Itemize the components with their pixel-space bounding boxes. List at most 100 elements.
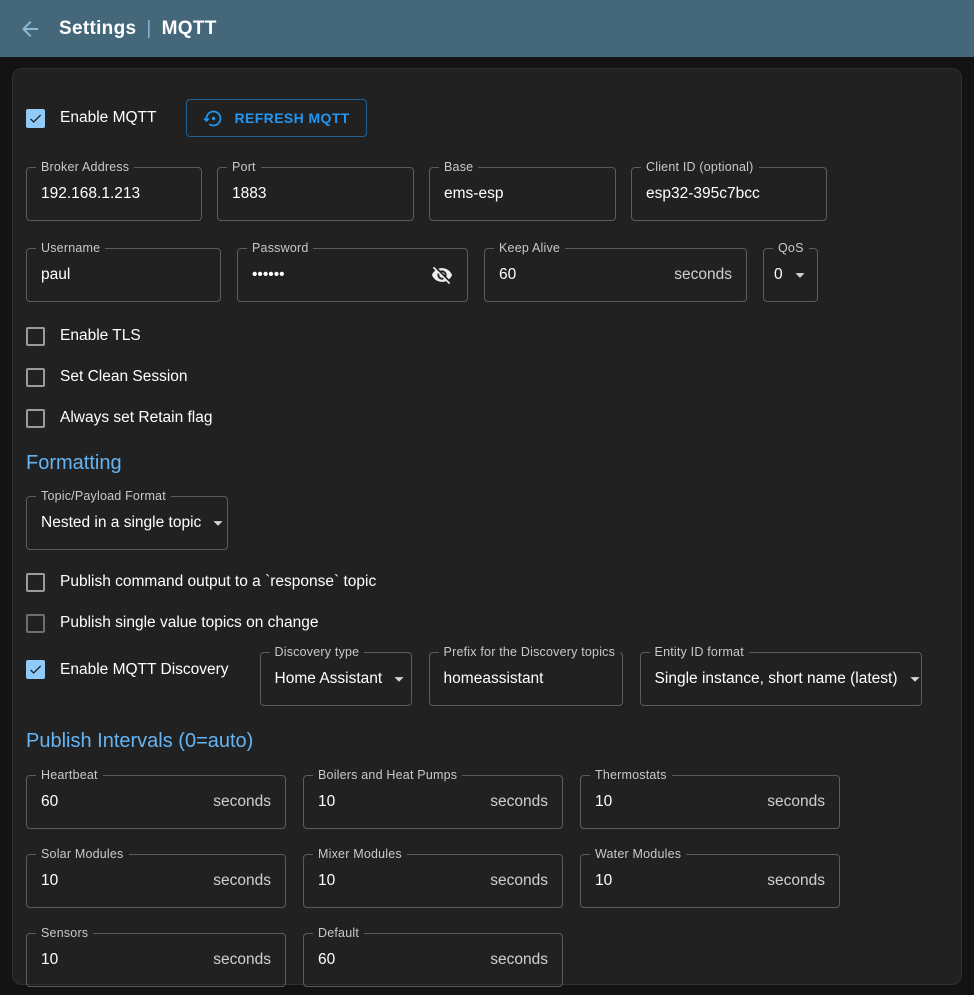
retain-flag-checkbox[interactable] — [26, 409, 45, 428]
qos-label: QoS — [773, 241, 809, 255]
heartbeat-input[interactable] — [41, 793, 205, 811]
chevron-down-icon — [789, 264, 811, 286]
solar-unit: seconds — [213, 872, 271, 890]
default-input[interactable] — [318, 951, 482, 969]
broker-address-field: Broker Address — [26, 167, 202, 221]
port-label: Port — [227, 160, 261, 174]
keep-alive-input[interactable] — [499, 266, 666, 284]
solar-input[interactable] — [41, 872, 205, 890]
qos-select[interactable]: QoS 0 — [763, 248, 818, 302]
arrow-back-icon — [18, 17, 42, 41]
entity-format-value: Single instance, short name (latest) — [655, 670, 898, 688]
discovery-type-value: Home Assistant — [275, 670, 383, 688]
back-button[interactable] — [17, 16, 43, 42]
enable-tls-checkbox[interactable] — [26, 327, 45, 346]
boilers-interval-field: Boilers and Heat Pumps seconds — [303, 775, 563, 829]
port-input[interactable] — [232, 185, 399, 203]
refresh-restore-icon — [203, 108, 224, 129]
enable-mqtt-checkbox[interactable] — [26, 109, 45, 128]
enable-discovery-row: Enable MQTT Discovery — [26, 660, 229, 679]
discovery-row: Enable MQTT Discovery Discovery type Hom… — [26, 652, 948, 706]
entity-format-select[interactable]: Entity ID format Single instance, short … — [640, 652, 922, 706]
sensors-input[interactable] — [41, 951, 205, 969]
publish-single-row: Publish single value topics on change — [26, 611, 948, 635]
enable-tls-row: Enable TLS — [26, 324, 948, 348]
thermostats-label: Thermostats — [590, 768, 672, 782]
toggle-password-visibility-button[interactable] — [431, 264, 453, 286]
topic-format-value: Nested in a single topic — [41, 514, 201, 532]
boilers-input[interactable] — [318, 793, 482, 811]
water-input[interactable] — [595, 872, 759, 890]
discovery-prefix-field: Prefix for the Discovery topics — [429, 652, 623, 706]
formatting-options: Publish command output to a `response` t… — [26, 570, 948, 635]
boilers-unit: seconds — [490, 793, 548, 811]
broker-field-row: Broker Address Port Base Client ID (opti… — [26, 167, 948, 221]
topic-format-label: Topic/Payload Format — [36, 489, 171, 503]
mixer-unit: seconds — [490, 872, 548, 890]
broker-address-input[interactable] — [41, 185, 187, 203]
default-unit: seconds — [490, 951, 548, 969]
thermostats-unit: seconds — [767, 793, 825, 811]
enable-tls-label: Enable TLS — [60, 327, 141, 345]
title-section: MQTT — [162, 18, 217, 40]
topic-format-select[interactable]: Topic/Payload Format Nested in a single … — [26, 496, 228, 550]
enable-discovery-checkbox[interactable] — [26, 660, 45, 679]
intervals-grid: Heartbeat seconds Boilers and Heat Pumps… — [26, 775, 841, 987]
chevron-down-icon — [207, 512, 229, 534]
enable-discovery-label: Enable MQTT Discovery — [60, 661, 229, 679]
mixer-input[interactable] — [318, 872, 482, 890]
water-label: Water Modules — [590, 847, 686, 861]
connection-options: Enable TLS Set Clean Session Always set … — [26, 324, 948, 430]
retain-flag-label: Always set Retain flag — [60, 409, 213, 427]
discovery-type-select[interactable]: Discovery type Home Assistant — [260, 652, 412, 706]
keep-alive-field: Keep Alive seconds — [484, 248, 747, 302]
discovery-fields: Discovery type Home Assistant Prefix for… — [260, 652, 922, 706]
password-field: Password — [237, 248, 468, 302]
keep-alive-label: Keep Alive — [494, 241, 565, 255]
credentials-field-row: Username Password Keep Alive seconds QoS… — [26, 248, 948, 302]
publish-single-checkbox[interactable] — [26, 614, 45, 633]
publish-single-label: Publish single value topics on change — [60, 614, 319, 632]
thermostats-interval-field: Thermostats seconds — [580, 775, 840, 829]
password-label: Password — [247, 241, 313, 255]
refresh-mqtt-button-label: REFRESH MQTT — [234, 110, 349, 126]
password-input[interactable] — [252, 266, 423, 284]
heartbeat-interval-field: Heartbeat seconds — [26, 775, 286, 829]
thermostats-input[interactable] — [595, 793, 759, 811]
app-bar: Settings | MQTT — [0, 0, 974, 57]
qos-value: 0 — [774, 266, 783, 284]
discovery-prefix-input[interactable] — [444, 670, 608, 688]
boilers-label: Boilers and Heat Pumps — [313, 768, 462, 782]
base-field: Base — [429, 167, 616, 221]
broker-address-label: Broker Address — [36, 160, 134, 174]
heartbeat-label: Heartbeat — [36, 768, 103, 782]
visibility-off-icon — [431, 264, 453, 286]
solar-label: Solar Modules — [36, 847, 129, 861]
enable-mqtt-checkbox-row: Enable MQTT — [26, 109, 156, 128]
base-label: Base — [439, 160, 478, 174]
keep-alive-unit: seconds — [674, 266, 732, 284]
base-input[interactable] — [444, 185, 601, 203]
clean-session-checkbox[interactable] — [26, 368, 45, 387]
mixer-label: Mixer Modules — [313, 847, 407, 861]
username-input[interactable] — [41, 266, 206, 284]
chevron-down-icon — [388, 668, 410, 690]
client-id-field: Client ID (optional) — [631, 167, 827, 221]
sensors-unit: seconds — [213, 951, 271, 969]
entity-format-label: Entity ID format — [650, 645, 749, 659]
client-id-input[interactable] — [646, 185, 812, 203]
publish-response-label: Publish command output to a `response` t… — [60, 573, 376, 591]
refresh-mqtt-button[interactable]: REFRESH MQTT — [186, 99, 366, 137]
page-title: Settings | MQTT — [59, 18, 217, 40]
client-id-label: Client ID (optional) — [641, 160, 759, 174]
title-settings: Settings — [59, 18, 136, 40]
chevron-down-icon — [904, 668, 926, 690]
settings-card: Enable MQTT REFRESH MQTT Broker Address … — [12, 68, 962, 985]
discovery-type-label: Discovery type — [270, 645, 365, 659]
publish-response-checkbox[interactable] — [26, 573, 45, 592]
clean-session-label: Set Clean Session — [60, 368, 188, 386]
water-interval-field: Water Modules seconds — [580, 854, 840, 908]
username-field: Username — [26, 248, 221, 302]
port-field: Port — [217, 167, 414, 221]
publish-response-row: Publish command output to a `response` t… — [26, 570, 948, 594]
